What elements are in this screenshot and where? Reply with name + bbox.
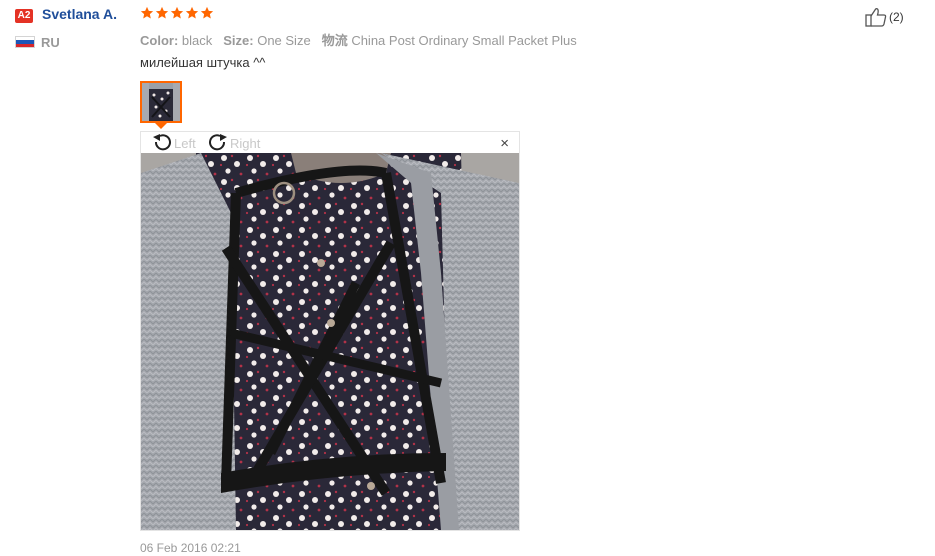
helpful-button[interactable]: (2) [865, 7, 904, 27]
star-icon [200, 6, 214, 19]
thumbnail-pointer [155, 123, 167, 129]
review-photo [141, 153, 519, 530]
star-rating [140, 6, 214, 24]
rotate-right-label: Right [230, 135, 261, 151]
photo-thumbnail[interactable] [140, 81, 182, 123]
viewer-toolbar: Left Right × [141, 132, 519, 153]
buyer-name[interactable]: Svetlana A. [42, 6, 117, 22]
rotate-right-button[interactable]: Right [207, 133, 260, 153]
attribute-value: China Post Ordinary Small Packet Plus [347, 33, 577, 48]
photo-viewer: Left Right × [140, 131, 520, 531]
star-icon [155, 6, 169, 19]
attribute-key: Size: [223, 33, 254, 48]
attribute-key: Color: [140, 33, 179, 48]
russia-flag-icon [15, 36, 35, 48]
feedback-comment: милейшая штучка ^^ [140, 55, 266, 70]
rotate-right-icon [209, 134, 227, 151]
feedback-date: 06 Feb 2016 02:21 [140, 541, 241, 555]
star-icon [140, 6, 154, 19]
rotate-left-button[interactable]: Left [151, 133, 196, 153]
star-icon [170, 6, 184, 19]
attribute-value: One Size [253, 33, 311, 48]
thumbs-up-icon [865, 8, 887, 27]
attribute-key: 物流 [321, 33, 348, 48]
star-icon [185, 6, 199, 19]
buyer-level-badge: A2 [15, 9, 33, 23]
close-icon[interactable]: × [500, 136, 509, 151]
order-attributes: Color: black Size: One Size 物流 China Post … [140, 30, 588, 49]
attribute-value: black [178, 33, 213, 48]
helpful-count: (2) [889, 10, 904, 24]
rotate-left-icon [153, 134, 171, 151]
rotate-left-label: Left [174, 135, 196, 151]
feedback-item: A2 Svetlana A. RU Color: black Size: One … [0, 0, 935, 556]
buyer-country: RU [41, 35, 60, 50]
